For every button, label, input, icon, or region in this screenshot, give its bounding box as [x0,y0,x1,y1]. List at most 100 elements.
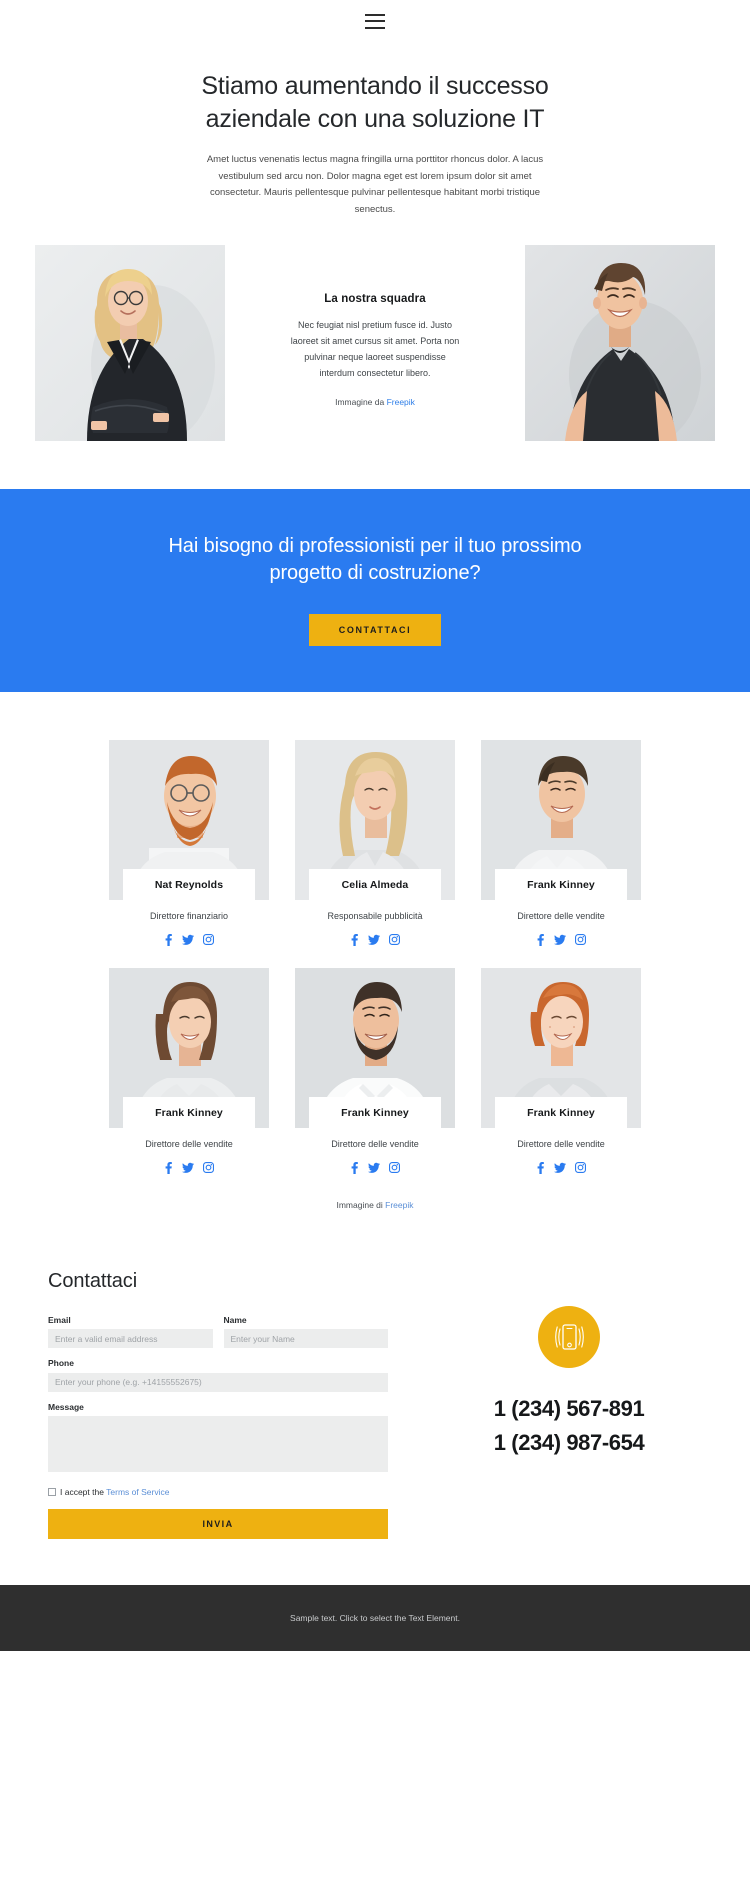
message-label: Message [48,1401,84,1412]
team-intro-body: Nec feugiat nisl pretium fusce id. Justo… [290,319,460,379]
intro-photo-left [35,244,225,441]
member-social-links [109,1161,269,1174]
member-name: Celia Almeda [341,878,409,891]
phone-number-secondary[interactable]: 1 (234) 987-654 [388,1426,750,1460]
member-namecard: Frank Kinney [309,1096,441,1128]
site-header [0,0,750,42]
member-social-links [295,933,455,946]
burger-line-1 [365,13,385,16]
team-member-card[interactable]: Frank Kinney Direttore delle vendite [109,967,269,1174]
member-namecard: Frank Kinney [495,1096,627,1128]
young-man-portrait-image [525,244,715,441]
team-row: Nat Reynolds Direttore finanziario Celia… [0,739,750,946]
twitter-icon[interactable] [368,934,380,946]
facebook-icon[interactable] [536,933,545,946]
name-field-group: Name [223,1315,388,1349]
email-input[interactable] [48,1329,213,1349]
contact-us-button[interactable]: CONTATTACI [308,613,442,646]
twitter-icon[interactable] [554,934,566,946]
message-textarea[interactable] [48,1415,388,1472]
instagram-icon[interactable] [203,934,214,946]
phone-label: Phone [48,1358,74,1369]
terms-of-service-link[interactable]: Terms of Service [106,1487,169,1497]
message-field-group: Message [48,1402,388,1477]
instagram-icon[interactable] [389,934,400,946]
intro-photo-right [525,244,715,441]
member-social-links [481,933,641,946]
team-member-card[interactable]: Frank Kinney Direttore delle vendite [295,967,455,1174]
twitter-icon[interactable] [368,1162,380,1174]
member-namecard: Nat Reynolds [123,868,255,900]
contact-title: Contattaci [48,1269,138,1292]
facebook-icon[interactable] [536,1161,545,1174]
member-role: Direttore delle vendite [331,1138,419,1149]
email-label: Email [48,1314,71,1325]
accept-terms-checkbox[interactable] [48,1487,56,1496]
member-social-links [295,1161,455,1174]
member-namecard: Celia Almeda [309,868,441,900]
twitter-icon[interactable] [182,934,194,946]
team-row: Frank Kinney Direttore delle vendite Fra… [0,967,750,1174]
terms-prefix: I accept the [60,1486,107,1497]
team-intro-heading: La nostra squadra [324,292,426,305]
member-name: Nat Reynolds [154,878,224,891]
member-name: Frank Kinney [341,1106,409,1119]
member-social-links [481,1161,641,1174]
facebook-icon[interactable] [350,1161,359,1174]
page-title: Stiamo aumentando il successo aziendale … [201,72,549,133]
terms-row: I accept the Terms of Service [48,1487,388,1497]
team-member-card[interactable]: Nat Reynolds Direttore finanziario [109,739,269,946]
phone-input[interactable] [48,1372,388,1392]
intro-image-credit: Immagine da Freepik [247,397,503,407]
member-role: Responsabile pubblicità [327,910,423,921]
member-namecard: Frank Kinney [495,868,627,900]
contact-form: Contattaci Email Name Phone Message I ac… [48,1270,388,1539]
member-name: Frank Kinney [527,878,595,891]
intro-credit-prefix: Immagine da [335,397,387,408]
team-member-card[interactable]: Frank Kinney Direttore delle vendite [481,967,641,1174]
phone-number-primary[interactable]: 1 (234) 567-891 [388,1392,750,1426]
footer-sample-text[interactable]: Sample text. Click to select the Text El… [0,1613,750,1623]
submit-button[interactable]: INVIA [48,1508,388,1539]
cta-banner: Hai bisogno di professionisti per il tuo… [0,488,750,692]
phone-glyph [555,1324,584,1350]
team-member-card[interactable]: Frank Kinney Direttore delle vendite [481,739,641,946]
team-grid-section: Nat Reynolds Direttore finanziario Celia… [0,692,750,1210]
hero-section: Stiamo aumentando il successo aziendale … [0,42,750,245]
contact-phone-block: 1 (234) 567-891 1 (234) 987-654 [388,1270,750,1460]
email-field-group: Email [48,1315,213,1349]
member-namecard: Frank Kinney [123,1096,255,1128]
intro-credit-link[interactable]: Freepik [387,397,415,407]
member-photo: Frank Kinney [109,967,269,1128]
instagram-icon[interactable] [575,934,586,946]
twitter-icon[interactable] [554,1162,566,1174]
facebook-icon[interactable] [164,933,173,946]
name-input[interactable] [223,1329,388,1349]
member-photo: Frank Kinney [295,967,455,1128]
instagram-icon[interactable] [203,1162,214,1174]
team-intro-copy: La nostra squadra Nec feugiat nisl preti… [225,245,525,408]
contact-section: Contattaci Email Name Phone Message I ac… [0,1210,750,1585]
facebook-icon[interactable] [164,1161,173,1174]
member-role: Direttore delle vendite [145,1138,233,1149]
hero-subtitle: Amet luctus venenatis lectus magna fring… [206,154,544,215]
facebook-icon[interactable] [350,933,359,946]
burger-line-2 [365,20,385,22]
member-name: Frank Kinney [155,1106,223,1119]
team-member-card[interactable]: Celia Almeda Responsabile pubblicità [295,739,455,946]
mobile-phone-ringing-icon [538,1305,600,1368]
member-photo: Nat Reynolds [109,739,269,900]
phone-field-group: Phone [48,1358,388,1392]
member-role: Direttore finanziario [149,910,229,921]
member-photo: Frank Kinney [481,739,641,900]
burger-line-3 [365,26,385,29]
terms-text: I accept the Terms of Service [60,1487,169,1497]
team-image-credit: Immagine di Freepik [0,1200,750,1210]
member-name: Frank Kinney [527,1106,595,1119]
team-credit-link[interactable]: Freepik [385,1200,413,1210]
instagram-icon[interactable] [389,1162,400,1174]
twitter-icon[interactable] [182,1162,194,1174]
instagram-icon[interactable] [575,1162,586,1174]
hamburger-menu-icon[interactable] [365,13,385,29]
member-photo: Celia Almeda [295,739,455,900]
